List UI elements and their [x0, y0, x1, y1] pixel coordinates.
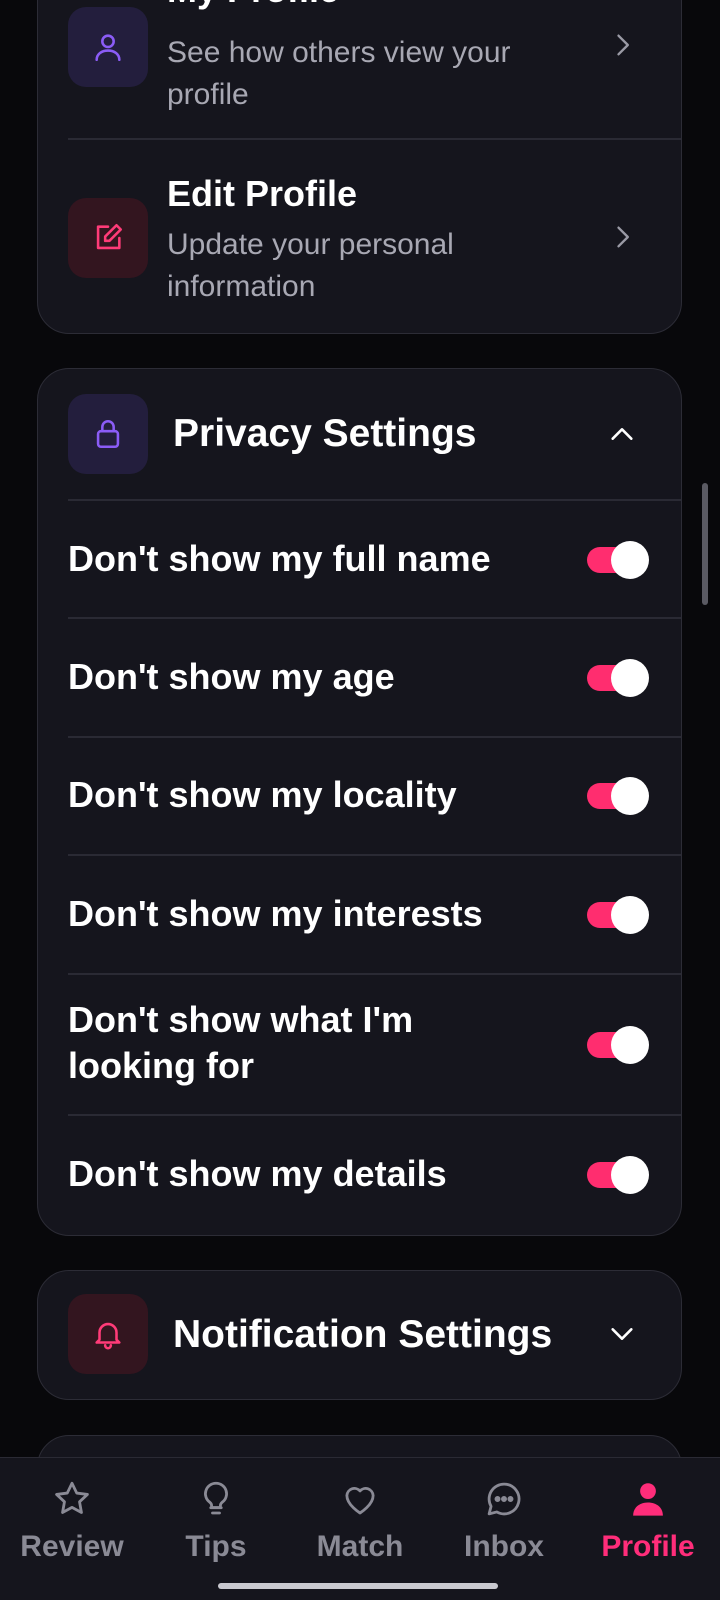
bell-icon — [68, 1294, 148, 1374]
setting-age-toggle[interactable] — [587, 659, 649, 697]
setting-locality-toggle[interactable] — [587, 777, 649, 815]
chevron-up-icon — [611, 428, 633, 440]
heart-icon — [345, 1487, 375, 1515]
divider — [68, 973, 681, 975]
nav-tips[interactable]: Tips — [144, 1458, 288, 1578]
notification-settings-card[interactable]: Notification Settings — [37, 1270, 682, 1400]
my-profile-title: My Profile — [167, 0, 339, 11]
edit-icon — [68, 198, 148, 278]
divider — [68, 854, 681, 856]
setting-locality-label: Don't show my locality — [68, 774, 457, 815]
nav-match-label: Match — [316, 1530, 404, 1563]
lock-icon — [68, 394, 148, 474]
chevron-right-icon — [617, 34, 629, 56]
edit-profile-title: Edit Profile — [167, 173, 358, 214]
divider — [68, 499, 681, 501]
setting-interests-toggle[interactable] — [587, 896, 649, 934]
chevron-down-icon — [611, 1328, 633, 1340]
nav-inbox-label: Inbox — [464, 1530, 544, 1563]
nav-review[interactable]: Review — [0, 1458, 144, 1578]
privacy-settings-card: Privacy Settings Don't show my full name… — [37, 368, 682, 1236]
nav-inbox[interactable]: Inbox — [432, 1458, 576, 1578]
profile-settings-screen: My Profile See how others view your prof… — [0, 0, 720, 1600]
star-icon — [55, 1481, 89, 1514]
setting-looking-for-toggle[interactable] — [587, 1026, 649, 1064]
setting-details-toggle[interactable] — [587, 1156, 649, 1194]
user-icon — [68, 7, 148, 87]
toggle-knob — [611, 1026, 649, 1064]
profile-card: My Profile See how others view your prof… — [37, 0, 682, 334]
edit-profile-subtitle: Update your personal information — [167, 228, 454, 303]
setting-details-label: Don't show my details — [68, 1153, 447, 1194]
nav-profile-label: Profile — [601, 1530, 695, 1563]
toggle-knob — [611, 541, 649, 579]
notification-settings-title: Notification Settings — [173, 1313, 553, 1356]
my-profile-subtitle: See how others view your profile — [167, 36, 511, 111]
setting-looking-for-label: Don't show what I'm looking for — [68, 999, 414, 1086]
privacy-settings-title: Privacy Settings — [173, 412, 477, 455]
home-indicator[interactable] — [218, 1583, 498, 1589]
divider — [68, 617, 681, 619]
setting-full-name-toggle[interactable] — [587, 541, 649, 579]
chevron-right-icon — [617, 226, 629, 248]
divider — [68, 138, 681, 140]
toggle-knob — [611, 1156, 649, 1194]
setting-full-name-label: Don't show my full name — [68, 538, 491, 579]
setting-interests-label: Don't show my interests — [68, 893, 483, 934]
person-icon — [633, 1483, 663, 1516]
nav-tips-label: Tips — [185, 1530, 247, 1563]
toggle-knob — [611, 659, 649, 697]
chat-icon — [487, 1482, 521, 1516]
divider — [68, 1114, 681, 1116]
nav-profile[interactable]: Profile — [576, 1458, 720, 1578]
nav-match[interactable]: Match — [288, 1458, 432, 1578]
toggle-knob — [611, 896, 649, 934]
scrollbar[interactable] — [702, 483, 708, 605]
divider — [68, 736, 681, 738]
bottom-navigation: Review Tips Match Inbox Profile — [0, 1457, 720, 1600]
toggle-knob — [611, 777, 649, 815]
nav-review-label: Review — [20, 1530, 124, 1563]
lightbulb-icon — [204, 1481, 228, 1515]
setting-age-label: Don't show my age — [68, 656, 395, 697]
